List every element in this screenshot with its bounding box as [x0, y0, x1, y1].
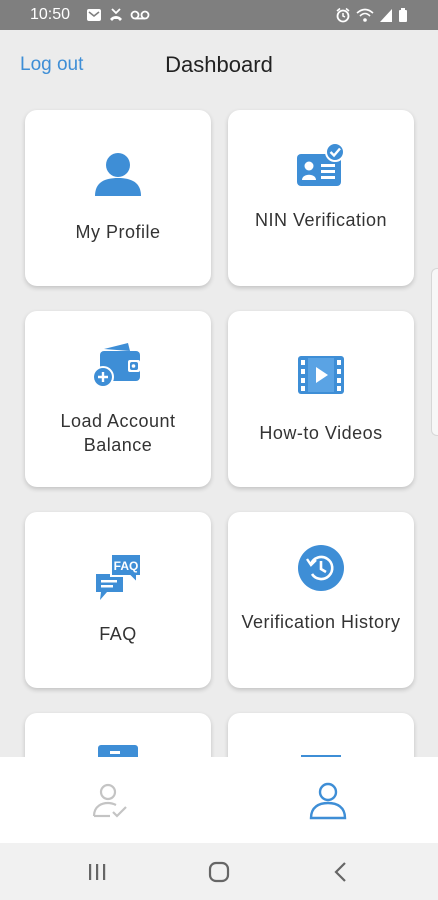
app-header: Log out Dashboard: [0, 30, 438, 100]
tab-profile[interactable]: [308, 781, 348, 821]
bottom-tab-bar: [0, 757, 438, 843]
user-icon: [309, 782, 347, 820]
card-icon: [98, 745, 138, 757]
film-play-icon: [298, 356, 344, 394]
svg-text:FAQ: FAQ: [114, 559, 139, 573]
tile-partial-right[interactable]: [228, 713, 414, 757]
system-navigation-bar: [0, 843, 438, 900]
tile-verification-history[interactable]: Verification History: [228, 512, 414, 688]
user-icon: [95, 153, 141, 196]
tab-verification[interactable]: [90, 781, 130, 821]
back-button[interactable]: [326, 857, 356, 887]
tile-label: NIN Verification: [254, 210, 388, 230]
dashboard-grid: Log out Dashboard My Profile NIN Verific…: [0, 0, 438, 757]
tile-label: My Profile: [75, 222, 161, 242]
history-icon: [298, 545, 344, 591]
scroll-indicator[interactable]: [431, 268, 438, 436]
faq-chat-icon: FAQ: [96, 553, 142, 600]
home-button[interactable]: [204, 857, 234, 887]
tile-label: Load Account Balance: [60, 411, 176, 455]
back-icon: [334, 862, 346, 882]
id-card-check-icon: [297, 142, 345, 186]
tile-how-to-videos[interactable]: How-to Videos: [228, 311, 414, 487]
tile-label: FAQ: [99, 624, 137, 644]
tile-label: How-to Videos: [259, 423, 383, 443]
tile-partial-left[interactable]: [25, 713, 211, 757]
tile-load-account-balance[interactable]: Load Account Balance: [25, 311, 211, 487]
recent-apps-icon: [89, 864, 106, 880]
tile-label: Verification History: [241, 612, 401, 632]
tile-faq[interactable]: FAQ FAQ: [25, 512, 211, 688]
recent-apps-button[interactable]: [82, 857, 112, 887]
wallet-add-icon: [92, 343, 140, 388]
page-title: Dashboard: [165, 52, 273, 77]
home-icon: [208, 861, 230, 883]
user-check-icon: [92, 783, 127, 818]
tile-my-profile[interactable]: My Profile: [25, 110, 211, 286]
tile-nin-verification[interactable]: NIN Verification: [228, 110, 414, 286]
